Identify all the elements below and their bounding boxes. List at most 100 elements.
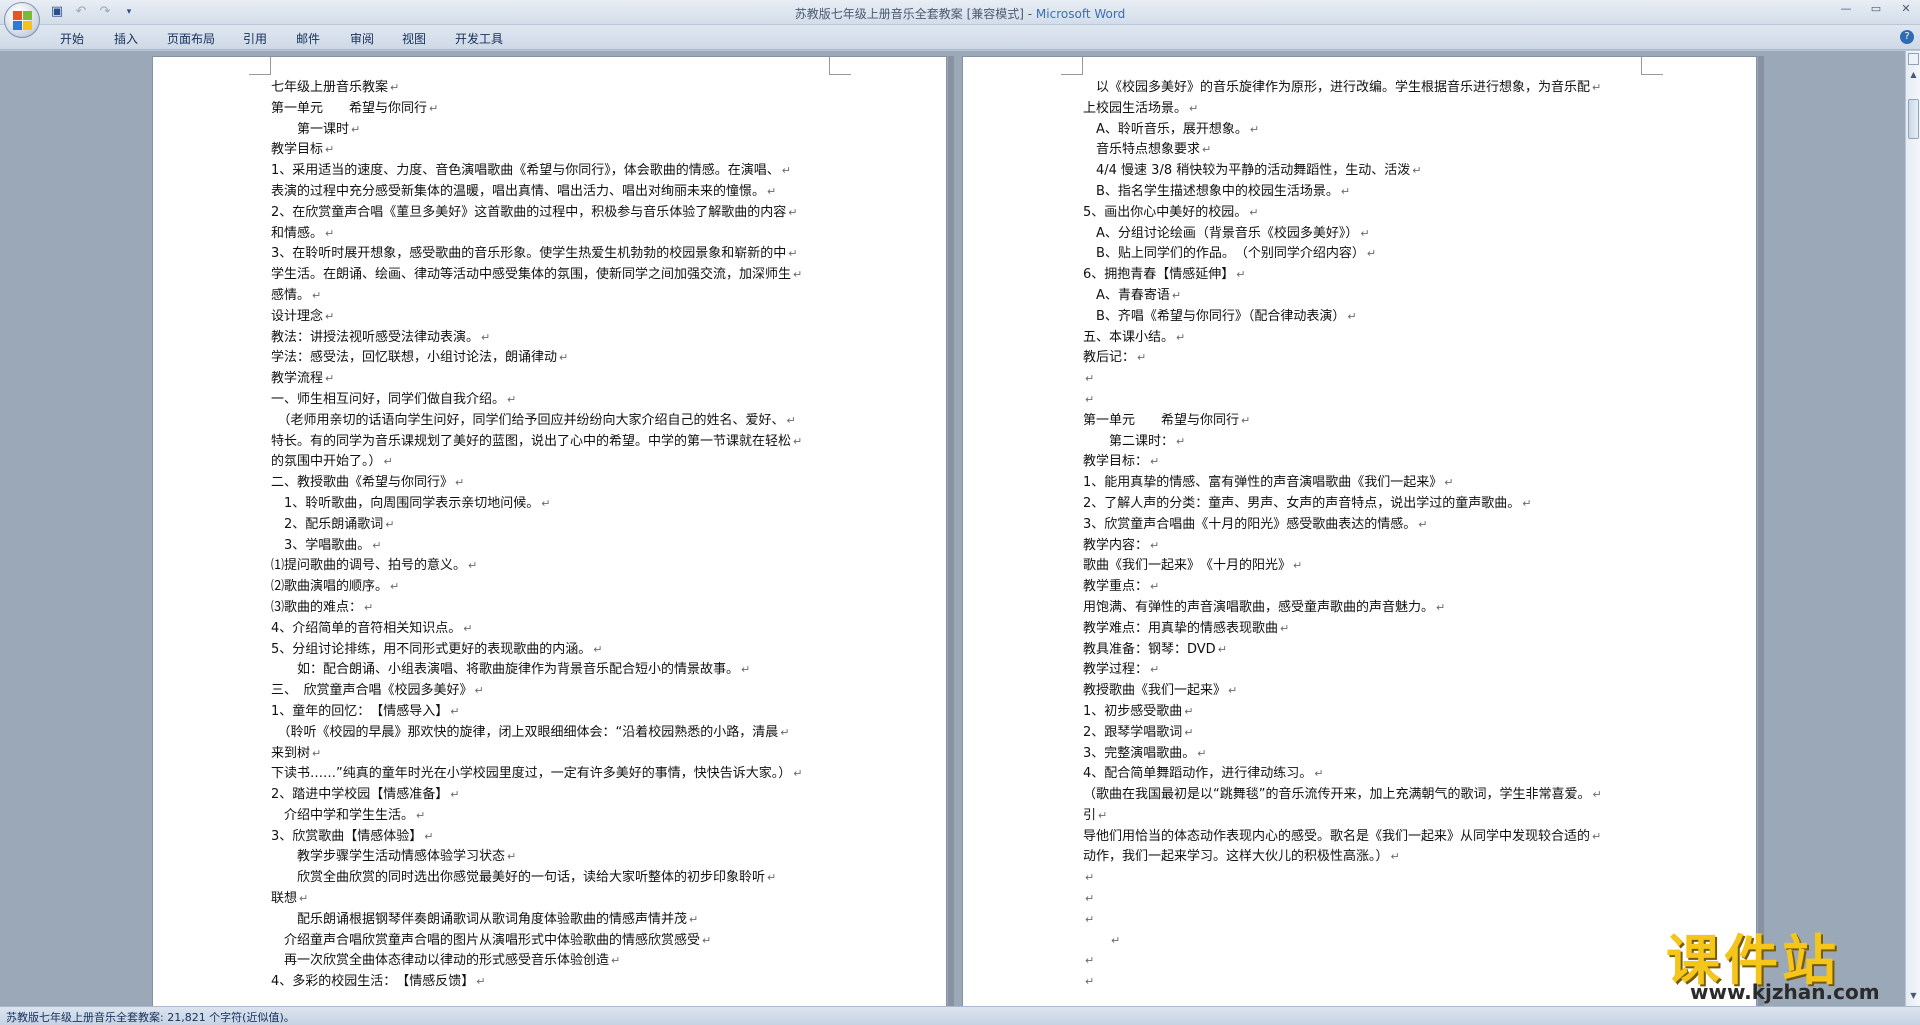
vertical-scrollbar[interactable]: ▲ ▼ xyxy=(1905,51,1920,1006)
document-line[interactable]: 1、能用真挚的情感、富有弹性的声音演唱歌曲《我们一起来》 ↵ xyxy=(1083,473,1663,494)
document-line[interactable]: 教法：讲授法视听感受法律动表演。 ↵ xyxy=(271,328,851,349)
document-line[interactable]: 如：配合朗诵、小组表演唱、将歌曲旋律作为背景音乐配合短小的情景故事。 ↵ xyxy=(271,660,851,681)
document-line[interactable]: 教学目标： ↵ xyxy=(1083,452,1663,473)
document-line[interactable]: A、聆听音乐，展开想象。 ↵ xyxy=(1083,120,1663,141)
document-line[interactable]: 设计理念 ↵ xyxy=(271,307,851,328)
document-line[interactable]: ⑵歌曲演唱的顺序。 ↵ xyxy=(271,577,851,598)
close-icon[interactable]: ✕ xyxy=(1898,2,1914,15)
document-line[interactable]: 音乐特点想象要求 ↵ xyxy=(1083,140,1663,161)
document-line[interactable]: 3、欣赏童声合唱曲《十月的阳光》感受歌曲表达的情感。 ↵ xyxy=(1083,515,1663,536)
tab-review[interactable]: 审阅 xyxy=(350,30,374,47)
document-line[interactable]: 欣赏全曲欣赏的同时选出你感觉最美好的一句话，读给大家听整体的初步印象聆听 ↵ xyxy=(271,868,851,889)
document-line[interactable]: 教后记： ↵ xyxy=(1083,348,1663,369)
document-line[interactable]: 5、分组讨论排练，用不同形式更好的表现歌曲的内涵。 ↵ xyxy=(271,640,851,661)
document-line[interactable]: 二、教授歌曲《希望与你同行》 ↵ xyxy=(271,473,851,494)
document-line[interactable]: 上校园生活场景。 ↵ xyxy=(1083,99,1663,120)
document-line[interactable]: ↵ xyxy=(1083,868,1663,889)
document-line[interactable]: 教具准备：钢琴：DVD ↵ xyxy=(1083,640,1663,661)
document-line[interactable]: 第一单元 希望与你同行 ↵ xyxy=(271,99,851,120)
document-line[interactable]: B、贴上同学们的作品。 （个别同学介绍内容） ↵ xyxy=(1083,244,1663,265)
document-line[interactable]: 4、配合简单舞蹈动作，进行律动练习。 ↵ xyxy=(1083,764,1663,785)
document-line[interactable]: 3、完整演唱歌曲。 ↵ xyxy=(1083,744,1663,765)
document-line[interactable]: 5、画出你心中美好的校园。 ↵ xyxy=(1083,203,1663,224)
document-line[interactable]: 感情。 ↵ xyxy=(271,286,851,307)
document-line[interactable]: 来到树 ↵ xyxy=(271,744,851,765)
document-line[interactable]: 配乐朗诵根据钢琴伴奏朗诵歌词从歌词角度体验歌曲的情感声情并茂 ↵ xyxy=(271,910,851,931)
document-line[interactable]: （歌曲在我国最初是以“跳舞毯”的音乐流传开来，加上充满朝气的歌词，学生非常喜爱。… xyxy=(1083,785,1663,806)
document-line[interactable]: 1、聆听歌曲，向周围同学表示亲切地问候。 ↵ xyxy=(271,494,851,515)
document-line[interactable]: （聆听《校园的早晨》那欢快的旋律，闭上双眼细细体会：“沿着校园熟悉的小路，清晨 ↵ xyxy=(271,723,851,744)
document-line[interactable]: 3、在聆听时展开想象，感受歌曲的音乐形象。使学生热爱生机勃勃的校园景象和崭新的中… xyxy=(271,244,851,265)
document-line[interactable]: A、青春寄语 ↵ xyxy=(1083,286,1663,307)
tab-developer[interactable]: 开发工具 xyxy=(455,30,503,47)
document-line[interactable]: 动作，我们一起来学习。这样大伙儿的积极性高涨。） ↵ xyxy=(1083,847,1663,868)
document-line[interactable]: 2、在欣赏童声合唱《菫旦多美好》这首歌曲的过程中，积极参与音乐体验了解歌曲的内容… xyxy=(271,203,851,224)
document-line[interactable]: ⑴提问歌曲的调号、拍号的意义。 ↵ xyxy=(271,556,851,577)
document-line[interactable]: 2、了解人声的分类：童声、男声、女声的声音特点，说出学过的童声歌曲。 ↵ xyxy=(1083,494,1663,515)
document-line[interactable]: 教学流程 ↵ xyxy=(271,369,851,390)
tab-insert[interactable]: 插入 xyxy=(114,30,138,47)
document-line[interactable]: 教授歌曲《我们一起来》 ↵ xyxy=(1083,681,1663,702)
status-word-count[interactable]: 苏教版七年级上册音乐全套教案: 21,821 个字符(近似值)。 xyxy=(6,1009,295,1025)
document-line[interactable]: 3、学唱歌曲。 ↵ xyxy=(271,536,851,557)
document-line[interactable]: 2、踏进中学校园【情感准备】 ↵ xyxy=(271,785,851,806)
document-line[interactable]: 五、本课小结。 ↵ xyxy=(1083,328,1663,349)
document-line[interactable]: ↵ xyxy=(1083,951,1663,972)
document-line[interactable]: 4、介绍简单的音符相关知识点。 ↵ xyxy=(271,619,851,640)
maximize-icon[interactable]: ▭ xyxy=(1868,2,1884,15)
document-line[interactable]: 第一课时 ↵ xyxy=(271,120,851,141)
tab-view[interactable]: 视图 xyxy=(402,30,426,47)
ruler-toggle-button[interactable] xyxy=(1908,53,1919,65)
document-line[interactable]: 七年级上册音乐教案 ↵ xyxy=(271,78,851,99)
document-line[interactable]: 3、欣赏歌曲【情感体验】 ↵ xyxy=(271,827,851,848)
document-line[interactable]: 1、初步感受歌曲 ↵ xyxy=(1083,702,1663,723)
minimize-icon[interactable]: — xyxy=(1838,2,1854,15)
document-line[interactable]: 学生活。在朗诵、绘画、律动等活动中感受集体的氛围，使新同学之间加强交流，加深师生… xyxy=(271,265,851,286)
document-line[interactable]: 4/4 慢速 3/8 稍快较为平静的活动舞蹈性，生动、活泼 ↵ xyxy=(1083,161,1663,182)
page-1-text[interactable]: 七年级上册音乐教案 ↵ 第一单元 希望与你同行 ↵ 第一课时 ↵ 教学目标 ↵ 1、采用适当的… xyxy=(271,78,851,993)
document-line[interactable]: 介绍童声合唱欣赏童声合唱的图片从演唱形式中体验歌曲的情感欣赏感受 ↵ xyxy=(271,931,851,952)
document-line[interactable]: 1、采用适当的速度、力度、音色演唱歌曲《希望与你同行》，体会歌曲的情感。在演唱、… xyxy=(271,161,851,182)
document-line[interactable]: 4、多彩的校园生活： 【情感反馈】 ↵ xyxy=(271,972,851,993)
scroll-thumb[interactable] xyxy=(1908,99,1919,139)
office-button[interactable] xyxy=(4,2,40,38)
document-line[interactable]: 教学内容： ↵ xyxy=(1083,536,1663,557)
document-line[interactable]: 教学过程： ↵ xyxy=(1083,660,1663,681)
document-line[interactable]: 引 ↵ xyxy=(1083,806,1663,827)
document-page-2[interactable]: 以《校园多美好》的音乐旋律作为原形，进行改编。学生根据音乐进行想象，为音乐配 ↵ 上… xyxy=(962,56,1757,1016)
document-line[interactable]: ↵ xyxy=(1083,889,1663,910)
document-line[interactable]: 第一单元 希望与你同行 ↵ xyxy=(1083,411,1663,432)
tab-mailings[interactable]: 邮件 xyxy=(296,30,320,47)
document-line[interactable]: 教学难点：用真挚的情感表现歌曲 ↵ xyxy=(1083,619,1663,640)
document-line[interactable]: ↵ xyxy=(1083,931,1663,952)
document-line[interactable]: 教学目标 ↵ xyxy=(271,140,851,161)
document-line[interactable]: 再一次欣赏全曲体态律动以律动的形式感受音乐体验创造 ↵ xyxy=(271,951,851,972)
help-icon[interactable]: ? xyxy=(1900,30,1914,44)
document-line[interactable]: B、齐唱《希望与你同行》（配合律动表演） ↵ xyxy=(1083,307,1663,328)
document-line[interactable]: ↵ xyxy=(1083,910,1663,931)
document-line[interactable]: 和情感。 ↵ xyxy=(271,224,851,245)
document-line[interactable]: 用饱满、有弹性的声音演唱歌曲，感受童声歌曲的声音魅力。 ↵ xyxy=(1083,598,1663,619)
document-line[interactable]: 2、配乐朗诵歌词 ↵ xyxy=(271,515,851,536)
document-line[interactable]: 联想 ↵ xyxy=(271,889,851,910)
document-line[interactable]: 2、跟琴学唱歌词 ↵ xyxy=(1083,723,1663,744)
document-line[interactable]: 特长。有的同学为音乐课规划了美好的蓝图，说出了心中的希望。中学的第一节课就在轻松… xyxy=(271,432,851,453)
document-line[interactable]: 导他们用恰当的体态动作表现内心的感受。歌名是《我们一起来》从同学中发现较合适的 ↵ xyxy=(1083,827,1663,848)
document-line[interactable]: ↵ xyxy=(1083,390,1663,411)
document-line[interactable]: 三、 欣赏童声合唱《校园多美好》 ↵ xyxy=(271,681,851,702)
document-line[interactable]: ⑶歌曲的难点： ↵ xyxy=(271,598,851,619)
document-line[interactable]: 第二课时： ↵ xyxy=(1083,432,1663,453)
scroll-up-icon[interactable]: ▲ xyxy=(1908,69,1919,81)
document-line[interactable]: ↵ xyxy=(1083,369,1663,390)
tab-page-layout[interactable]: 页面布局 xyxy=(167,30,215,47)
document-line[interactable]: 一、师生相互问好，同学们做自我介绍。 ↵ xyxy=(271,390,851,411)
document-line[interactable]: 歌曲《我们一起来》 《十月的阳光》 ↵ xyxy=(1083,556,1663,577)
document-line[interactable]: ↵ xyxy=(1083,972,1663,993)
document-line[interactable]: （老师用亲切的话语向学生问好，同学们给予回应并纷纷向大家介绍自己的姓名、爱好、 ↵ xyxy=(271,411,851,432)
document-line[interactable]: B、指名学生描述想象中的校园生活场景。 ↵ xyxy=(1083,182,1663,203)
tab-references[interactable]: 引用 xyxy=(243,30,267,47)
document-line[interactable]: 下读书……”纯真的童年时光在小学校园里度过，一定有许多美好的事情，快快告诉大家。… xyxy=(271,764,851,785)
document-line[interactable]: 介绍中学和学生生活。 ↵ xyxy=(271,806,851,827)
document-line[interactable]: 学法：感受法，回忆联想，小组讨论法，朗诵律动 ↵ xyxy=(271,348,851,369)
document-page-1[interactable]: 七年级上册音乐教案 ↵ 第一单元 希望与你同行 ↵ 第一课时 ↵ 教学目标 ↵ 1、采用适当的… xyxy=(152,56,947,1016)
